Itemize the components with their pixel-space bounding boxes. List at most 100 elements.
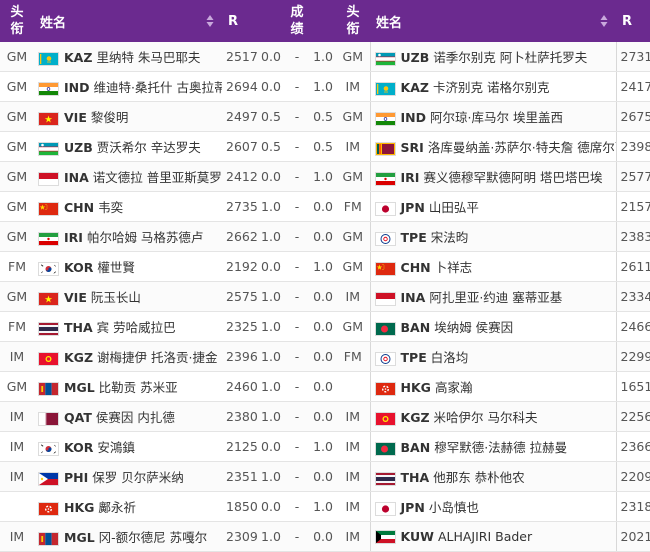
white-player[interactable]: UZB 贾沃希尔 辛达罗夫	[34, 131, 222, 162]
white-player[interactable]: MGL 比勒贡 苏米亚	[34, 371, 222, 402]
player-name[interactable]: 侯赛因 内扎德	[96, 410, 175, 425]
white-player[interactable]: KGZ 谢梅捷伊 托洛贡·捷金	[34, 341, 222, 372]
country-code: SRI	[400, 140, 424, 155]
country-code: KOR	[64, 260, 94, 275]
black-player[interactable]: KAZ 卡济别克 诺格尔别克	[369, 71, 617, 102]
flag-icon	[374, 501, 396, 516]
sort-icon[interactable]	[206, 13, 214, 29]
player-name[interactable]: 卡济别克 诺格尔别克	[433, 80, 549, 95]
player-name[interactable]: 宾 劳哈威拉巴	[97, 320, 176, 335]
white-title: FM	[0, 311, 34, 342]
black-rating: 2383	[615, 221, 650, 252]
black-rating: 2675	[615, 101, 650, 132]
white-player[interactable]: HKG 鄺永祈	[34, 491, 222, 522]
white-player[interactable]: KOR 安鴻鎮	[34, 431, 222, 462]
white-score: 1.0	[258, 401, 284, 432]
player-name[interactable]: 他那东 恭朴他农	[433, 470, 524, 485]
player-name[interactable]: 阿扎里亚·约迪 塞蒂亚基	[429, 290, 562, 305]
black-player[interactable]: IND 阿尔琼·库马尔 埃里盖西	[369, 101, 617, 132]
player-name[interactable]: 白洛均	[431, 350, 469, 365]
player-name[interactable]: 安鴻鎮	[97, 440, 135, 455]
header-name-black[interactable]: 姓名	[370, 0, 617, 42]
black-player[interactable]: CHN 卜祥志	[369, 251, 617, 282]
player-name[interactable]: 卜祥志	[435, 260, 473, 275]
white-player[interactable]: IND 维迪特·桑托什 古奥拉蒂	[34, 71, 223, 102]
player-name[interactable]: 鄺永祈	[98, 500, 136, 515]
header-rating-white[interactable]: R	[222, 0, 258, 42]
white-rating: 2517	[222, 42, 258, 72]
black-rating: 2299	[615, 341, 650, 372]
white-player[interactable]: CHN 韦奕	[34, 191, 222, 222]
black-player[interactable]: KUW ALHAJIRI Bader	[369, 521, 617, 552]
country-code: CHN	[64, 200, 95, 215]
white-player[interactable]: THA 宾 劳哈威拉巴	[34, 311, 222, 342]
sort-icon[interactable]	[600, 13, 608, 29]
player-name[interactable]: 维迪特·桑托什 古奥拉蒂	[94, 80, 223, 95]
header-name-white[interactable]: 姓名	[34, 0, 222, 42]
player-name[interactable]: 山田弘平	[429, 200, 479, 215]
player-name[interactable]: 保罗 贝尔萨米纳	[92, 470, 183, 485]
flag-icon	[38, 261, 59, 276]
header-title-white[interactable]: 头衔	[0, 0, 34, 42]
black-player[interactable]: BAN 穆罕默德·法赫德 拉赫曼	[369, 431, 617, 462]
player-name[interactable]: 里纳特 朱马巴耶夫	[96, 50, 200, 65]
white-player[interactable]: VIE 黎俊明	[34, 101, 222, 132]
player-name[interactable]: 比勒贡 苏米亚	[99, 380, 178, 395]
player-name[interactable]: 谢梅捷伊 托洛贡·捷金	[97, 350, 217, 365]
white-player[interactable]: KOR 權世賢	[34, 251, 222, 282]
white-player[interactable]: INA 诺文德拉 普里亚斯莫罗	[34, 161, 222, 192]
player-name[interactable]: 米哈伊尔 马尔科夫	[434, 410, 538, 425]
black-player[interactable]: HKG 高家瀚	[369, 371, 617, 402]
player-name[interactable]: ALHAJIRI Bader	[438, 529, 532, 544]
black-player[interactable]: TPE 宋法昀	[369, 221, 617, 252]
black-player[interactable]: INA 阿扎里亚·约迪 塞蒂亚基	[369, 281, 617, 312]
black-rating: 2417	[615, 71, 650, 102]
header-result[interactable]: 成绩	[258, 0, 337, 42]
white-player[interactable]: PHI 保罗 贝尔萨米纳	[34, 461, 222, 492]
player-name[interactable]: 高家瀚	[435, 380, 473, 395]
white-player[interactable]: QAT 侯赛因 内扎德	[34, 401, 222, 432]
table-row: GM KAZ 里纳特 朱马巴耶夫 2517 0.0 - 1.0 GM UZB 诺季尔…	[0, 42, 650, 72]
player-name[interactable]: 黎俊明	[91, 110, 129, 125]
score-dash: -	[284, 521, 310, 552]
player-name[interactable]: 阮玉长山	[91, 290, 141, 305]
table-row: GM VIE 黎俊明 2497 0.5 - 0.5 GM IND 阿尔琼·库马尔 埃…	[0, 101, 650, 132]
white-score: 1.0	[258, 311, 284, 342]
flag-icon	[374, 51, 396, 66]
country-code: CHN	[400, 260, 431, 275]
header-rating-black[interactable]: R	[616, 0, 650, 42]
country-code: INA	[400, 290, 426, 305]
flag-icon	[38, 81, 59, 96]
black-rating: 2466	[615, 311, 650, 342]
black-player[interactable]: UZB 诺季尔别克 阿卜杜萨托罗夫	[369, 42, 617, 72]
white-score: 0.0	[258, 491, 284, 522]
black-title: IM	[336, 461, 371, 492]
header-title-black[interactable]: 头衔	[336, 0, 371, 42]
player-name[interactable]: 韦奕	[98, 200, 123, 215]
player-name[interactable]: 帕尔哈姆 马格苏德卢	[87, 230, 203, 245]
player-name[interactable]: 阿尔琼·库马尔 埃里盖西	[430, 110, 563, 125]
player-name[interactable]: 埃纳姆 侯赛因	[434, 320, 513, 335]
white-player[interactable]: MGL 冈-额尔德尼 苏嘎尔	[34, 521, 222, 552]
player-name[interactable]: 洛库曼纳盖·苏萨尔·特夫詹 德席尔瓦	[428, 140, 616, 155]
black-player[interactable]: THA 他那东 恭朴他农	[369, 461, 617, 492]
white-player[interactable]: VIE 阮玉长山	[34, 281, 222, 312]
player-name[interactable]: 贾沃希尔 辛达罗夫	[97, 140, 201, 155]
player-name[interactable]: 穆罕默德·法赫德 拉赫曼	[434, 440, 567, 455]
player-name[interactable]: 宋法昀	[431, 230, 469, 245]
black-player[interactable]: KGZ 米哈伊尔 马尔科夫	[369, 401, 617, 432]
black-player[interactable]: SRI 洛库曼纳盖·苏萨尔·特夫詹 德席尔瓦	[369, 131, 617, 162]
black-player[interactable]: TPE 白洛均	[369, 341, 617, 372]
black-player[interactable]: BAN 埃纳姆 侯赛因	[369, 311, 617, 342]
black-player[interactable]: JPN 山田弘平	[369, 191, 617, 222]
player-name[interactable]: 權世賢	[97, 260, 135, 275]
player-name[interactable]: 诺季尔别克 阿卜杜萨托罗夫	[433, 50, 587, 65]
black-player[interactable]: JPN 小岛慎也	[369, 491, 617, 522]
black-player[interactable]: IRI 赛义德穆罕默德阿明 塔巴塔巴埃	[369, 161, 617, 192]
white-player[interactable]: KAZ 里纳特 朱马巴耶夫	[34, 42, 222, 72]
player-name[interactable]: 赛义德穆罕默德阿明 塔巴塔巴埃	[423, 170, 602, 185]
white-player[interactable]: IRI 帕尔哈姆 马格苏德卢	[34, 221, 222, 252]
player-name[interactable]: 诺文德拉 普里亚斯莫罗	[93, 170, 222, 185]
player-name[interactable]: 小岛慎也	[429, 500, 479, 515]
white-score: 0.0	[258, 431, 284, 462]
